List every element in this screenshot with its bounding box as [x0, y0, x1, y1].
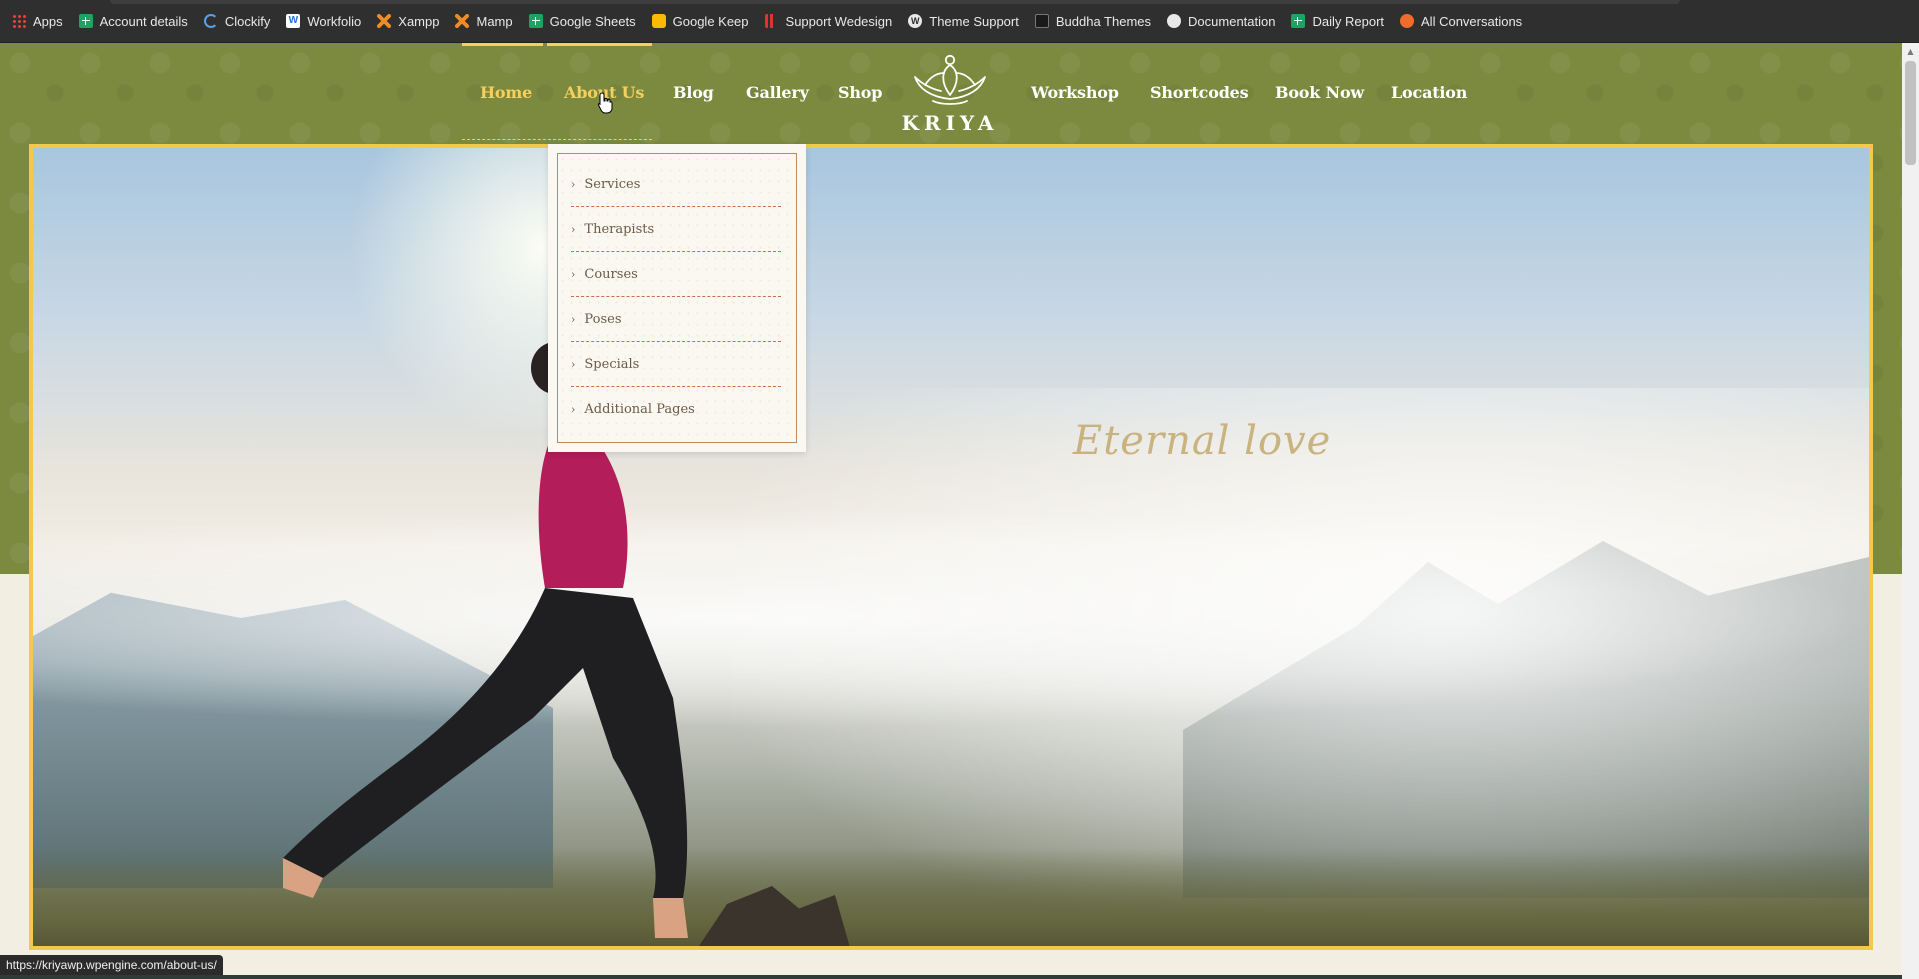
bookmark-label: Mamp	[476, 13, 513, 29]
bookmark-label: Support Wedesign	[785, 13, 893, 29]
dropdown-item-courses[interactable]: › Courses	[571, 252, 781, 297]
chevron-right-icon: ›	[571, 357, 576, 371]
wordpress-icon: W	[908, 14, 923, 28]
chevron-right-icon: ›	[571, 312, 576, 326]
workfolio-icon: W	[286, 14, 301, 28]
bookmark-google-keep[interactable]: Google Keep	[651, 13, 749, 29]
bookmark-label: Daily Report	[1312, 13, 1385, 29]
chevron-right-icon: ›	[571, 403, 576, 416]
main-navigation: Home About Us Blog Gallery Shop KRIYA Wo…	[0, 43, 1902, 143]
nav-shortcodes[interactable]: Shortcodes	[1150, 83, 1249, 102]
bookmark-buddha-themes[interactable]: Buddha Themes	[1034, 13, 1152, 29]
chevron-right-icon: ›	[571, 177, 576, 191]
bookmark-documentation[interactable]: Documentation	[1167, 14, 1275, 29]
dropdown-item-additional-pages[interactable]: › Additional Pages	[571, 387, 781, 432]
bookmarks-bar: Apps Account details Clockify W Workfolio…	[0, 0, 1919, 43]
bookmark-label: Workfolio	[307, 13, 362, 29]
nav-location[interactable]: Location	[1391, 83, 1467, 102]
bookmark-label: Documentation	[1188, 13, 1276, 29]
bookmark-label: Apps	[33, 13, 63, 29]
bookmark-theme-support[interactable]: W Theme Support	[908, 14, 1019, 29]
mamp-icon	[455, 14, 470, 28]
nav-shop[interactable]: Shop	[838, 83, 882, 102]
bookmark-daily-report[interactable]: Daily Report	[1291, 14, 1384, 29]
apps-icon	[12, 14, 26, 28]
lotus-yoga-icon	[914, 54, 986, 105]
nav-hover-indicator	[547, 43, 652, 46]
tab-strip-edge	[110, 0, 1680, 4]
hero-tagline: Eternal love	[1073, 418, 1332, 464]
documentation-icon	[1167, 14, 1182, 28]
google-keep-icon	[651, 14, 666, 28]
logo-text: KRIYA	[901, 111, 999, 135]
page-scrollbar[interactable]: ▲	[1902, 43, 1919, 979]
bookmark-mamp[interactable]: Mamp	[455, 13, 513, 29]
xampp-icon	[377, 14, 392, 28]
bookmark-label: Theme Support	[929, 13, 1019, 29]
google-sheets-icon	[78, 14, 93, 28]
dropdown-item-therapists[interactable]: › Therapists	[571, 207, 781, 252]
bookmark-label: Google Keep	[672, 13, 749, 29]
nav-home[interactable]: Home	[480, 83, 532, 102]
dropdown-item-label: Services	[584, 176, 641, 192]
nav-gallery[interactable]: Gallery	[746, 83, 809, 102]
dropdown-item-label: Specials	[584, 356, 640, 372]
site-logo[interactable]: KRIYA	[895, 51, 1005, 141]
dropdown-item-label: Courses	[584, 266, 638, 282]
conversations-icon	[1400, 14, 1415, 28]
about-us-dropdown: › Services › Therapists › Courses › Poses › S…	[548, 144, 806, 452]
clockify-icon	[203, 14, 218, 28]
bookmark-label: All Conversations	[1421, 13, 1523, 29]
nav-active-indicator	[462, 43, 543, 46]
chevron-right-icon: ›	[571, 267, 576, 281]
wedesign-icon	[764, 14, 779, 28]
bookmark-support-wedesign[interactable]: Support Wedesign	[764, 13, 893, 29]
nav-workshop[interactable]: Workshop	[1031, 83, 1119, 102]
bookmark-label: Xampp	[398, 13, 440, 29]
scrollbar-thumb[interactable]	[1905, 61, 1916, 165]
bookmark-account-details[interactable]: Account details	[78, 13, 188, 29]
dropdown-item-label: Additional Pages	[584, 402, 695, 417]
bookmark-workfolio[interactable]: W Workfolio	[286, 14, 361, 29]
nav-blog[interactable]: Blog	[673, 83, 714, 102]
bookmark-label: Account details	[99, 13, 188, 29]
bottom-strip	[0, 975, 1902, 979]
link-status-bar: https://kriyawp.wpengine.com/about-us/	[0, 955, 223, 975]
bookmark-apps[interactable]: Apps	[12, 14, 63, 29]
buddha-themes-icon	[1034, 14, 1049, 28]
bookmark-label: Buddha Themes	[1055, 13, 1152, 29]
google-sheets-icon	[528, 14, 543, 28]
hero-banner: Eternal love	[29, 144, 1873, 950]
google-sheets-icon	[1291, 14, 1306, 28]
dropdown-item-label: Therapists	[584, 221, 655, 237]
nav-dashed-underline	[462, 139, 652, 140]
dropdown-item-label: Poses	[584, 311, 622, 327]
bookmark-label: Clockify	[224, 13, 271, 29]
dropdown-item-poses[interactable]: › Poses	[571, 297, 781, 342]
scroll-up-arrow-icon[interactable]: ▲	[1902, 43, 1919, 60]
chevron-right-icon: ›	[571, 222, 576, 236]
dropdown-item-specials[interactable]: › Specials	[571, 342, 781, 387]
bookmark-google-sheets[interactable]: Google Sheets	[528, 13, 636, 29]
nav-book-now[interactable]: Book Now	[1275, 83, 1364, 102]
bookmark-all-conversations[interactable]: All Conversations	[1400, 14, 1522, 29]
bookmark-label: Google Sheets	[549, 13, 636, 29]
dropdown-item-services[interactable]: › Services	[571, 162, 781, 207]
bookmark-clockify[interactable]: Clockify	[203, 13, 271, 29]
bookmark-xampp[interactable]: Xampp	[377, 14, 439, 29]
hand-cursor-icon	[597, 92, 613, 114]
